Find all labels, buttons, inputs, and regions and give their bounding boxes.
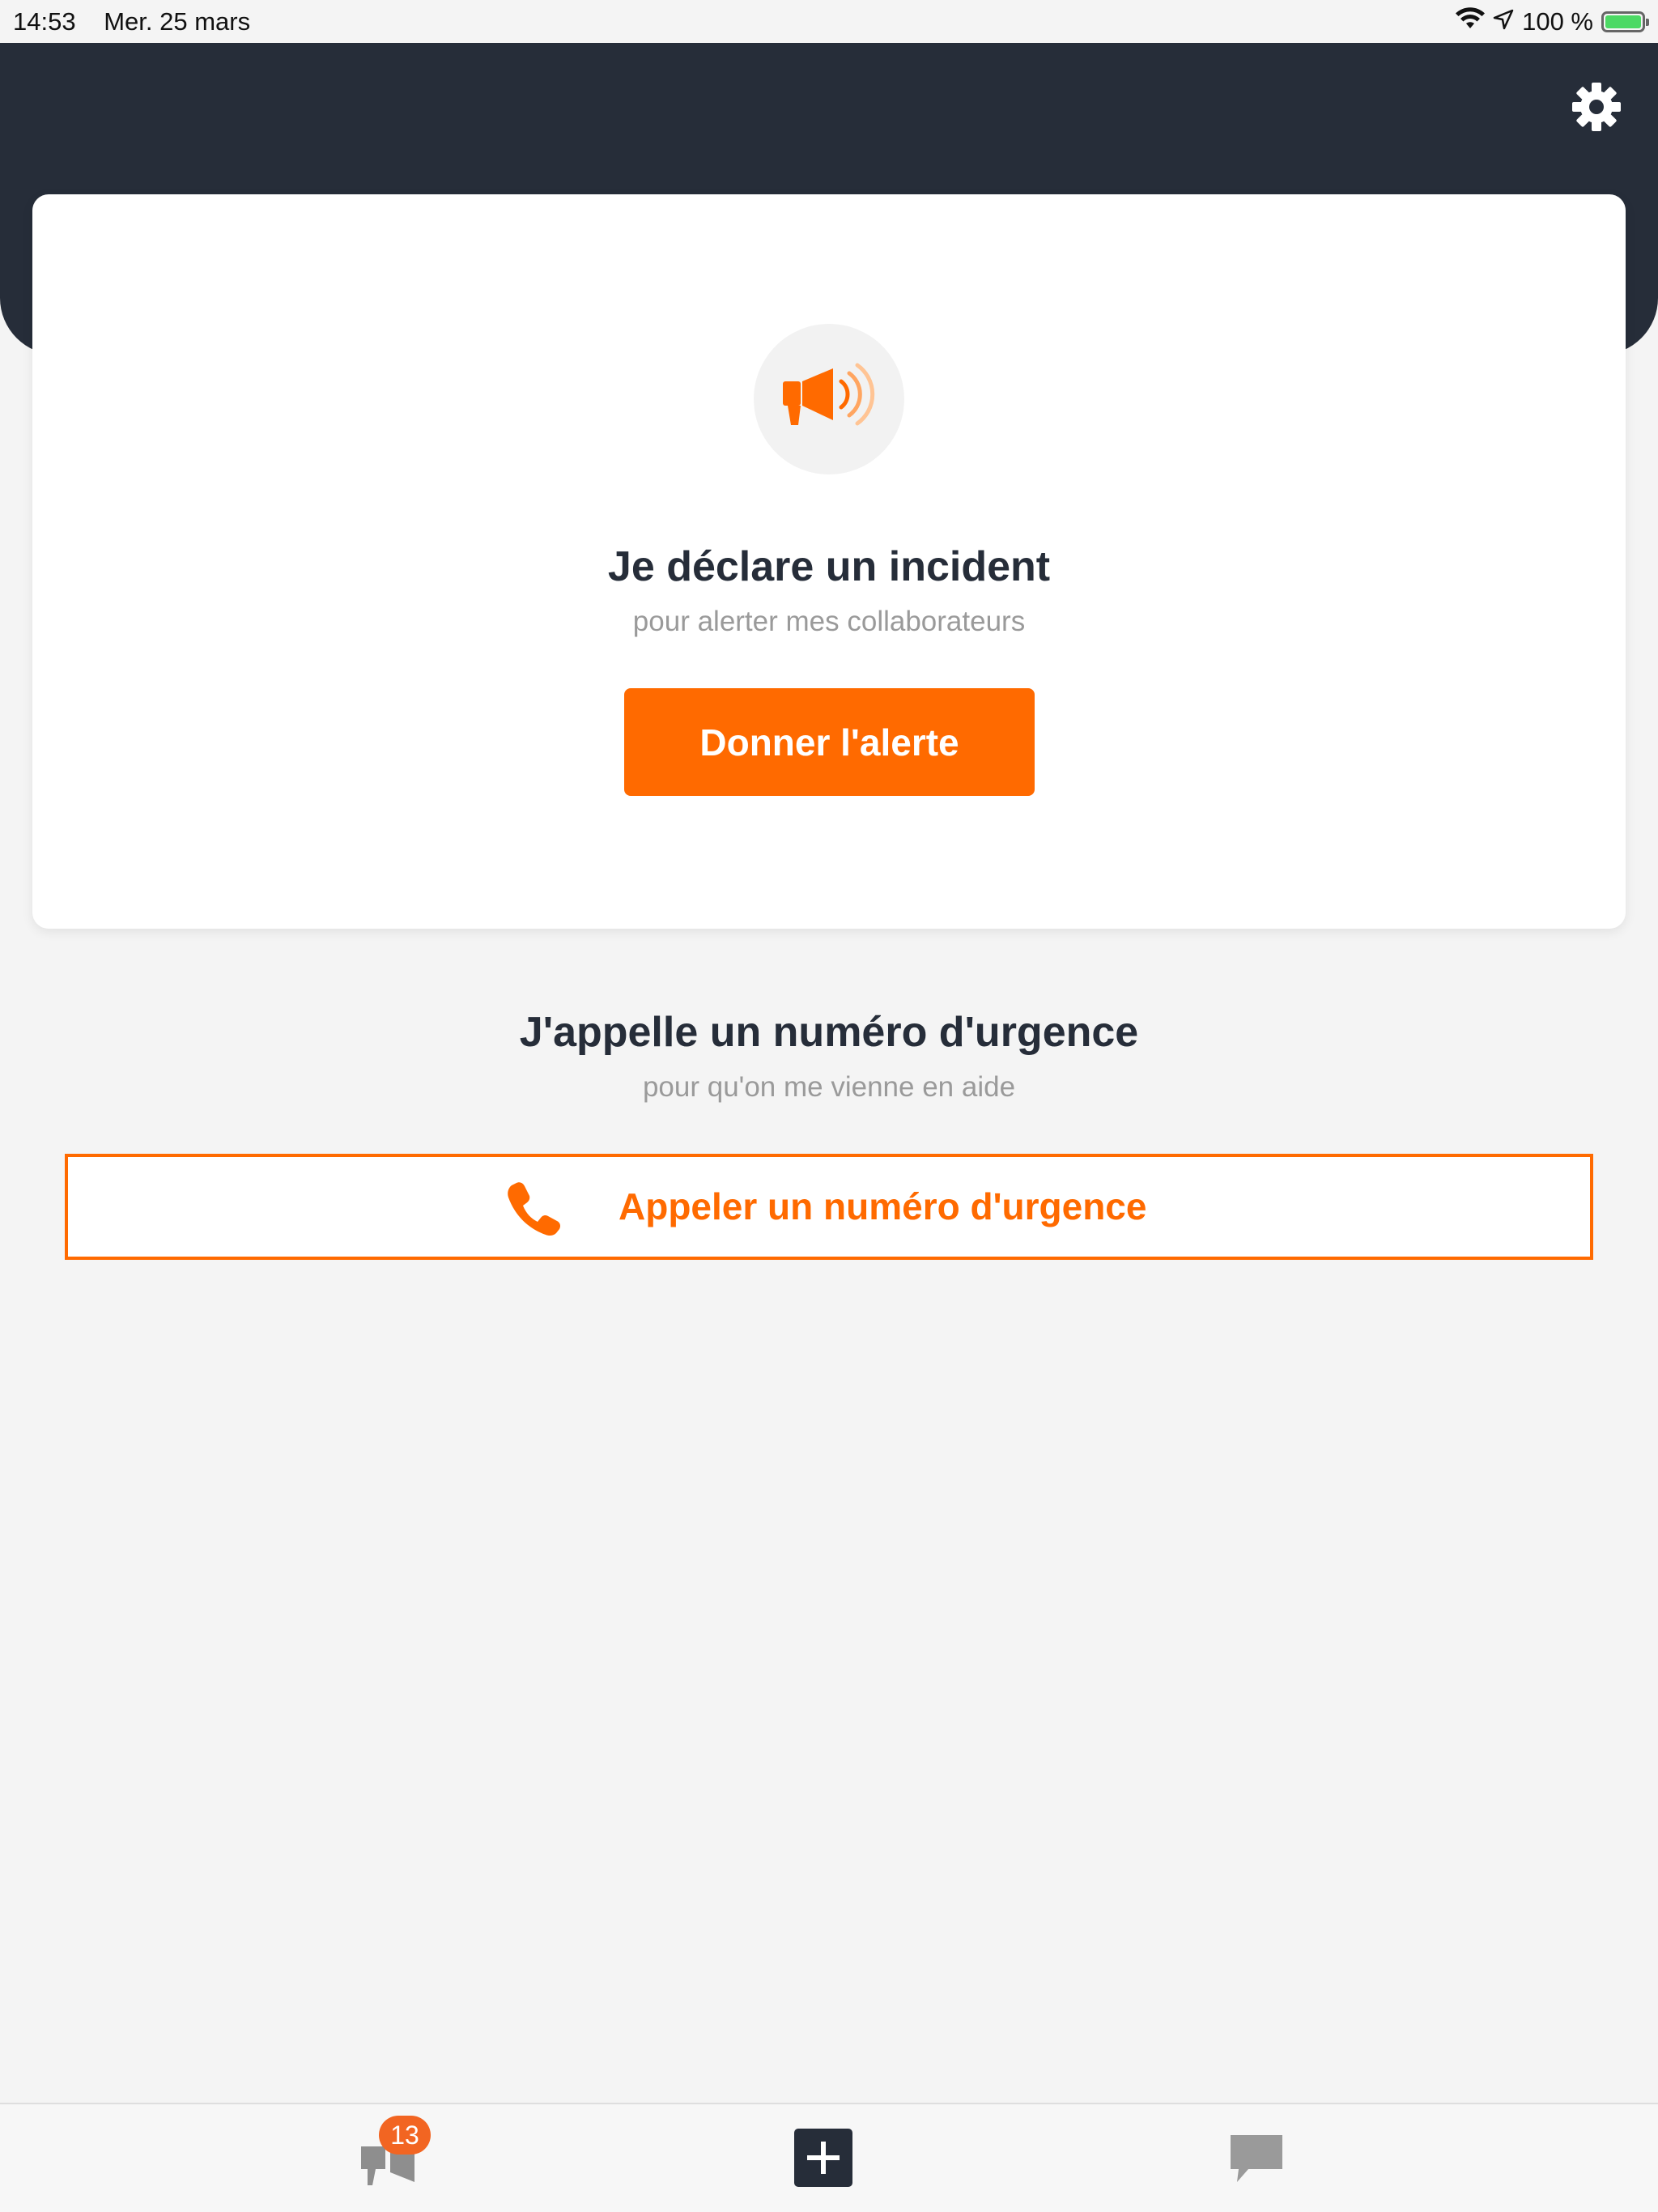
- tab-new[interactable]: [742, 2104, 904, 2212]
- phone-icon: [505, 1180, 562, 1236]
- incident-card: Je déclare un incident pour alerter mes …: [32, 194, 1626, 929]
- location-arrow-icon: [1493, 0, 1514, 43]
- battery-percentage: 100 %: [1522, 7, 1593, 36]
- status-left: 14:53 Mer. 25 mars: [13, 0, 271, 43]
- battery-fill: [1605, 15, 1641, 28]
- give-alert-button[interactable]: Donner l'alerte: [624, 688, 1035, 796]
- wifi-icon: [1456, 0, 1486, 43]
- gear-icon: [1571, 81, 1622, 137]
- status-date: Mer. 25 mars: [104, 7, 251, 36]
- megaphone-icon: [776, 357, 882, 442]
- megaphone-icon-container: [754, 324, 904, 474]
- plus-square-icon: [794, 2129, 852, 2191]
- chat-bubble-icon: [1229, 2133, 1284, 2189]
- incident-title: Je déclare un incident: [607, 543, 1051, 590]
- tab-alerts[interactable]: 13: [308, 2104, 470, 2212]
- alerts-badge: 13: [379, 2116, 431, 2155]
- status-right: 100 %: [1456, 0, 1649, 43]
- call-emergency-label: Appeler un numéro d'urgence: [619, 1185, 1147, 1227]
- battery-icon: [1601, 11, 1649, 32]
- emergency-title: J'appelle un numéro d'urgence: [519, 1009, 1139, 1056]
- status-time: 14:53: [13, 7, 76, 36]
- incident-subtitle: pour alerter mes collaborateurs: [632, 606, 1026, 637]
- tab-messages[interactable]: [1175, 2104, 1337, 2212]
- status-bar: 14:53 Mer. 25 mars 100 %: [0, 0, 1658, 43]
- call-emergency-button[interactable]: Appeler un numéro d'urgence: [65, 1154, 1593, 1260]
- settings-button[interactable]: [1567, 79, 1626, 138]
- emergency-subtitle: pour qu'on me vienne en aide: [642, 1071, 1016, 1103]
- tab-bar: 13: [0, 2103, 1658, 2212]
